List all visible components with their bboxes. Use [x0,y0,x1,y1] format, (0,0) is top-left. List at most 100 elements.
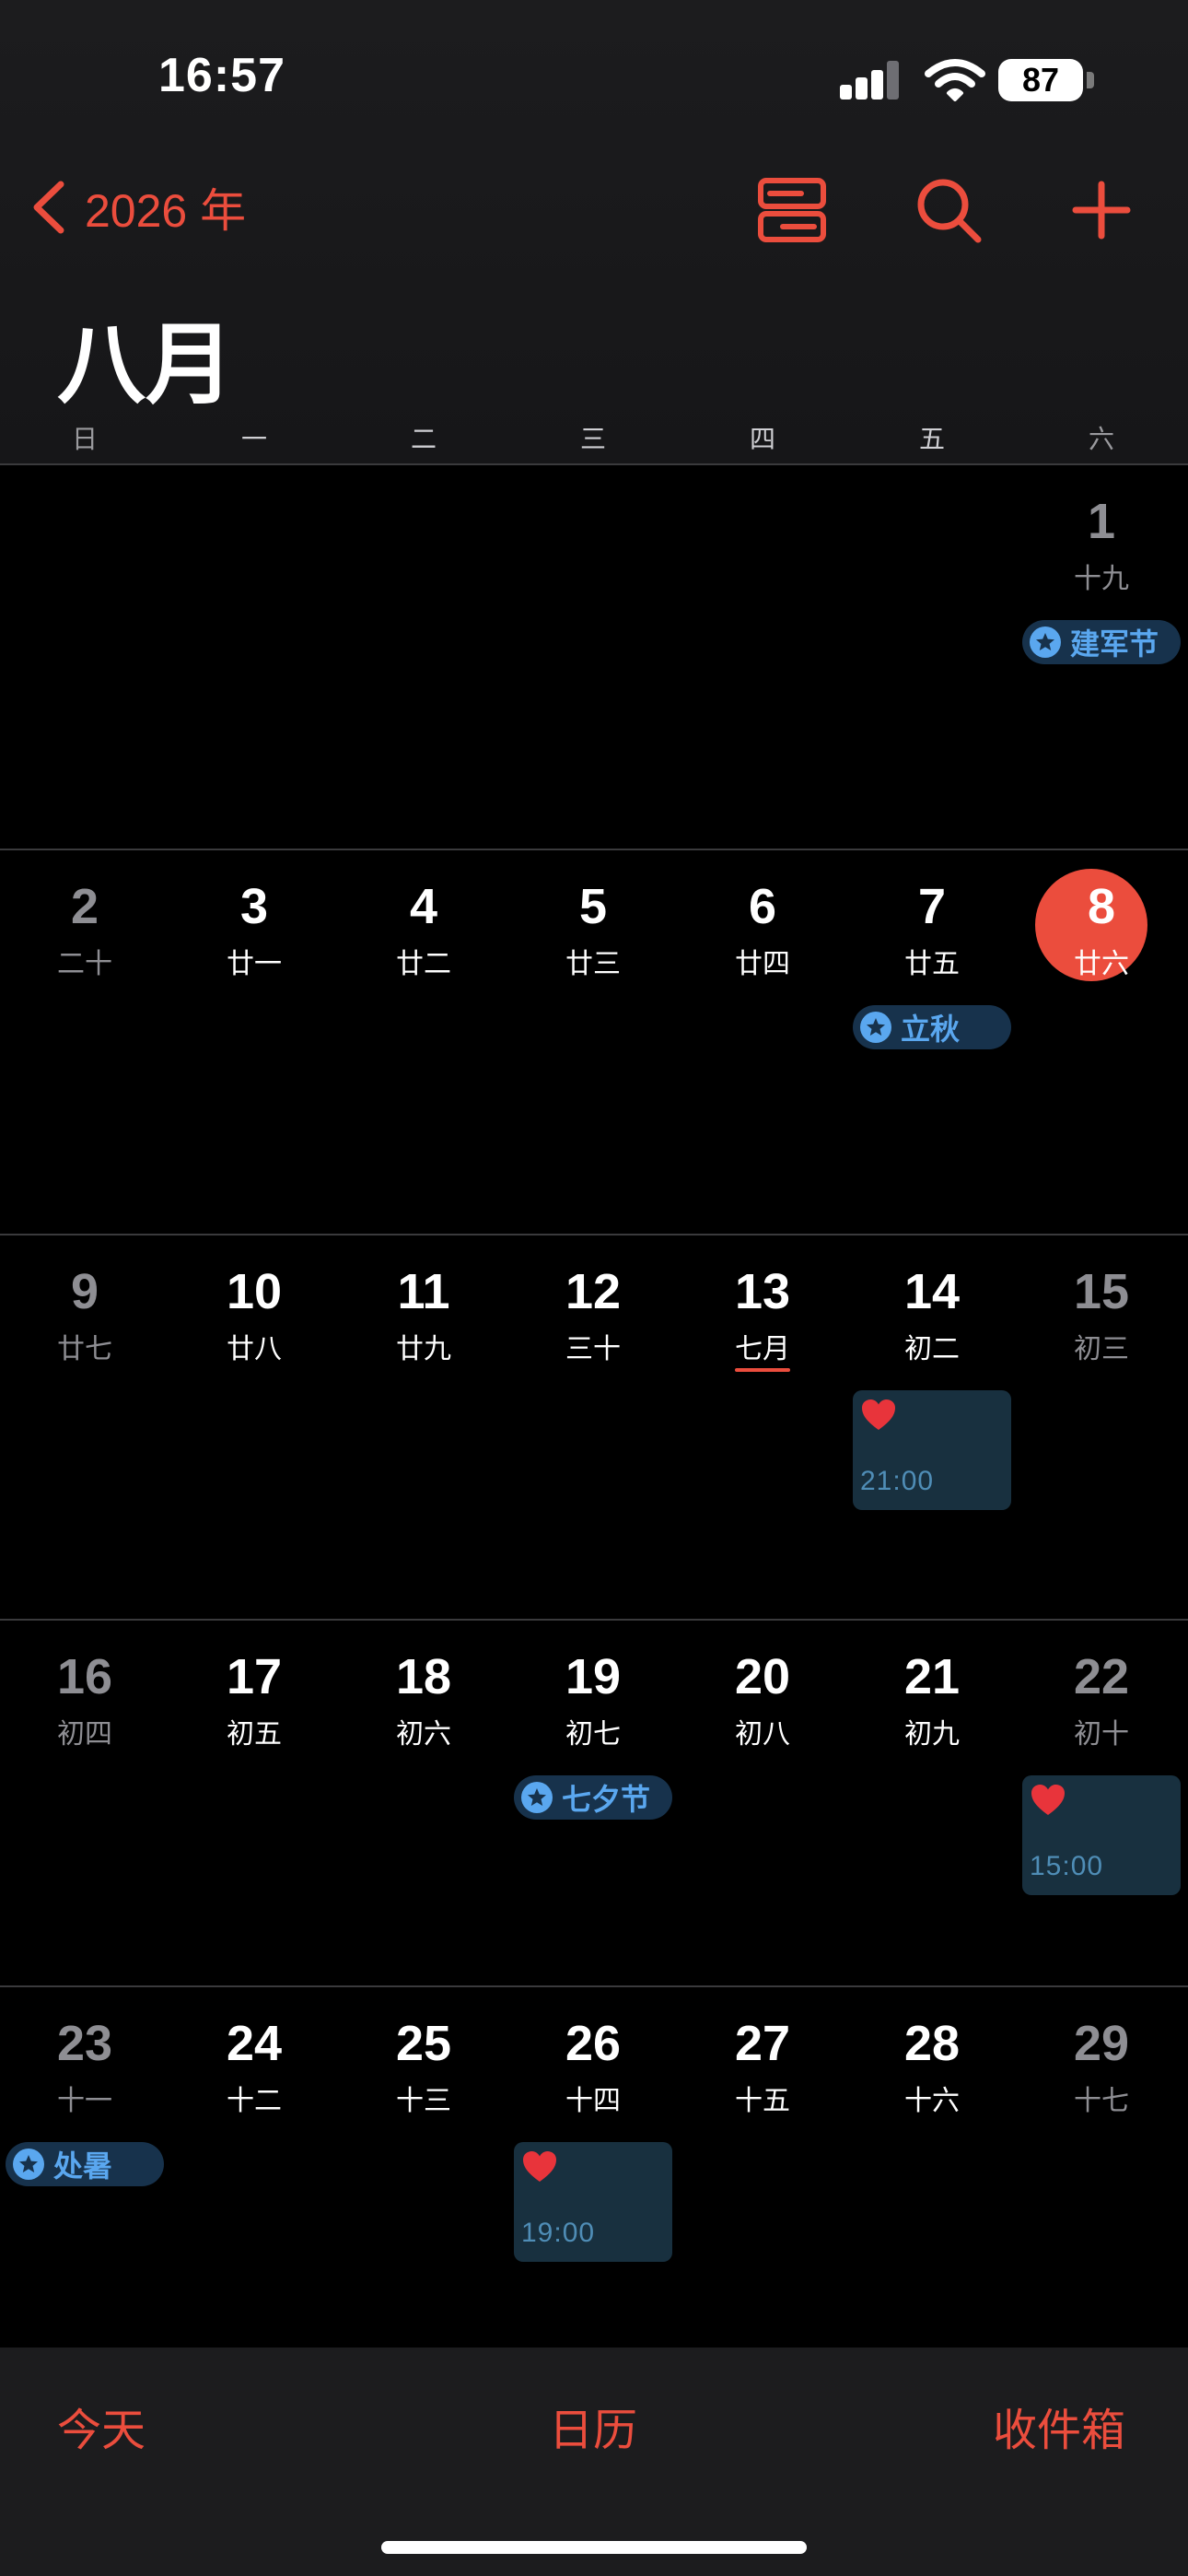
day-number: 7 [917,879,947,934]
week-row: 9 廿七 10 廿八 11 廿九 12 三十 13 七月 14 初二 21:00 [0,1234,1188,1619]
day-number: 23 [56,2016,113,2071]
calendars-button[interactable]: 日历 [549,2394,637,2458]
day-cell-20[interactable]: 20 初八 [678,1621,847,2004]
header: 16:57 87 2026 年 八月 日 一 二 三 四 五 六 [0,0,1188,465]
day-cell-3[interactable]: 3 廿一 [169,850,339,1234]
holiday-event[interactable]: 七夕节 [514,1775,672,1820]
weekday-thu: 四 [749,425,775,453]
day-number: 29 [1073,2016,1130,2071]
day-number: 18 [395,1649,452,1704]
lunar-date: 十六 [904,2086,960,2116]
lunar-date: 初五 [227,1719,282,1750]
day-cell-7[interactable]: 7 廿五 立秋 [847,850,1017,1234]
day-cell-15[interactable]: 15 初三 [1017,1235,1186,1619]
week-row: 2 二十 3 廿一 4 廿二 5 廿三 6 廿四 7 廿五 立秋 8 廿六 [0,849,1188,1234]
lunar-date: 十一 [57,2086,112,2116]
holiday-event[interactable]: 处暑 [6,2142,164,2186]
lunar-date: 十五 [735,2086,790,2116]
lunar-date: 初七 [565,1719,621,1750]
day-cell-22[interactable]: 22 初十 15:00 [1017,1621,1186,2004]
day-cell-5[interactable]: 5 廿三 [508,850,678,1234]
lunar-date: 初九 [904,1719,960,1750]
day-number: 17 [226,1649,283,1704]
day-cell-8-selected[interactable]: 8 廿六 [1017,850,1186,1234]
day-cell-6[interactable]: 6 廿四 [678,850,847,1234]
day-cell-18[interactable]: 18 初六 [339,1621,508,2004]
bottom-toolbar: 今天 日历 收件箱 [0,2348,1188,2576]
day-cell-29[interactable]: 29 十七 [1017,1987,1186,2371]
day-cell-28[interactable]: 28 十六 [847,1987,1017,2371]
calendar-event[interactable]: 21:00 [853,1390,1011,1510]
holiday-event[interactable]: 建军节 [1022,620,1181,664]
day-number: 20 [734,1649,791,1704]
lunar-date: 十四 [565,2086,621,2116]
day-cell-14[interactable]: 14 初二 21:00 [847,1235,1017,1619]
calendar-event[interactable]: 15:00 [1022,1775,1181,1895]
day-number: 6 [748,879,777,934]
week-row: 23 十一 处暑 24 十二 25 十三 26 十四 19:00 27 十五 2… [0,1985,1188,2371]
day-cell-24[interactable]: 24 十二 [169,1987,339,2371]
lunar-date: 廿七 [57,1334,112,1364]
star-icon [860,1012,891,1043]
day-number: 3 [239,879,269,934]
day-cell-27[interactable]: 27 十五 [678,1987,847,2371]
lunar-date: 廿六 [1074,949,1129,979]
holiday-label: 立秋 [901,1013,961,1046]
lunar-date: 初八 [735,1719,790,1750]
day-number: 10 [226,1264,283,1319]
lunar-date: 初三 [1074,1334,1129,1364]
inbox-button[interactable]: 收件箱 [993,2394,1125,2458]
day-number: 9 [70,1264,99,1319]
event-time: 21:00 [860,1466,935,1496]
day-cell-11[interactable]: 11 廿九 [339,1235,508,1619]
home-indicator[interactable] [381,2541,807,2554]
day-cell-17[interactable]: 17 初五 [169,1621,339,2004]
day-cell-4[interactable]: 4 廿二 [339,850,508,1234]
heart-icon [523,2151,556,2182]
day-number: 2 [70,879,99,934]
day-cell-9[interactable]: 9 廿七 [0,1235,169,1619]
day-cell-16[interactable]: 16 初四 [0,1621,169,2004]
day-number: 22 [1073,1649,1130,1704]
lunar-date: 三十 [565,1334,621,1364]
battery-cap [1087,72,1094,88]
day-cell-21[interactable]: 21 初九 [847,1621,1017,2004]
lunar-date: 廿九 [396,1334,451,1364]
day-cell-19[interactable]: 19 初七 七夕节 [508,1621,678,2004]
search-icon[interactable] [914,175,987,245]
cellular-signal-icon [840,61,901,100]
chevron-left-icon [33,181,64,234]
lunar-date: 廿五 [904,949,960,979]
lunar-date: 十三 [396,2086,451,2116]
week-row: 16 初四 17 初五 18 初六 19 初七 七夕节 20 初八 21 初九 [0,1619,1188,2004]
event-time: 15:00 [1030,1851,1104,1881]
lunar-date: 初四 [57,1719,112,1750]
today-button[interactable]: 今天 [57,2394,146,2458]
day-number: 14 [903,1264,961,1319]
add-icon[interactable] [1065,175,1138,245]
day-number: 24 [226,2016,283,2071]
lunar-date: 二十 [57,949,112,979]
day-cell-26[interactable]: 26 十四 19:00 [508,1987,678,2371]
calendar-event[interactable]: 19:00 [514,2142,672,2262]
day-cell-10[interactable]: 10 廿八 [169,1235,339,1619]
day-cell-25[interactable]: 25 十三 [339,1987,508,2371]
weekday-sun: 日 [71,425,98,453]
lunar-date: 廿三 [565,949,621,979]
holiday-event[interactable]: 立秋 [853,1005,1011,1049]
back-to-year-button[interactable]: 2026 年 [28,175,246,240]
day-number: 19 [565,1649,622,1704]
status-time: 16:57 [158,49,285,102]
day-cell-1[interactable]: 1 十九 建军节 [1017,465,1186,849]
lunar-date: 十七 [1074,2086,1129,2116]
day-cell-23[interactable]: 23 十一 处暑 [0,1987,169,2371]
day-number: 5 [578,879,608,934]
lunar-month-start-marker [735,1368,790,1372]
calendar-app: 16:57 87 2026 年 八月 日 一 二 三 四 五 六 1 十九 建军… [0,0,1188,2576]
list-view-icon[interactable] [755,175,829,245]
day-number: 1 [1087,494,1116,549]
lunar-date: 廿一 [227,949,282,979]
day-cell-13[interactable]: 13 七月 [678,1235,847,1619]
day-cell-12[interactable]: 12 三十 [508,1235,678,1619]
day-cell-2[interactable]: 2 二十 [0,850,169,1234]
